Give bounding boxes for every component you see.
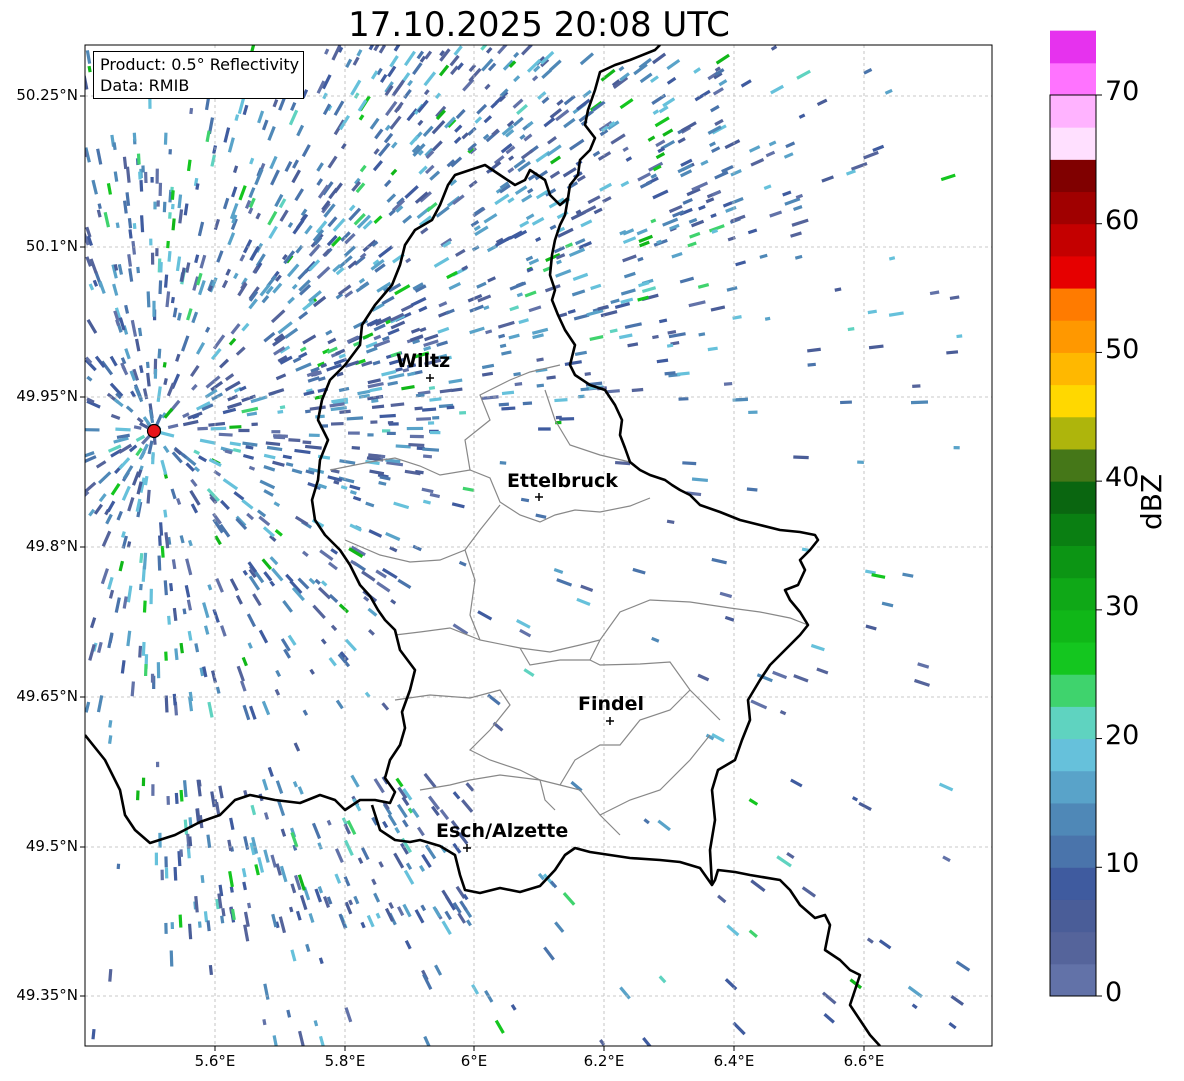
- colorbar-swatch: [1050, 255, 1096, 289]
- colorbar-swatch: [1050, 448, 1096, 482]
- lat-tick: 49.65°N: [16, 687, 78, 705]
- colorbar-swatch: [1050, 62, 1096, 96]
- colorbar-swatch: [1050, 642, 1096, 675]
- colorbar-swatch: [1050, 223, 1096, 257]
- colorbar-tick-label: 0: [1105, 977, 1123, 1008]
- colorbar-swatch: [1050, 674, 1096, 707]
- city-label-esch-alzette: Esch/Alzette: [436, 820, 569, 842]
- colorbar-swatch: [1050, 738, 1096, 772]
- product-info-box: Product: 0.5° Reflectivity Data: RMIB: [93, 51, 305, 99]
- colorbar-swatch: [1050, 127, 1096, 160]
- colorbar-swatch: [1050, 384, 1096, 418]
- colorbar: [1049, 30, 1102, 997]
- city-label-findel: Findel: [578, 693, 645, 715]
- colorbar-swatch: [1050, 95, 1096, 128]
- lat-tick: 49.5°N: [25, 837, 78, 855]
- colorbar-swatch: [1050, 770, 1096, 804]
- colorbar-swatch: [1050, 513, 1096, 546]
- colorbar-swatch: [1050, 577, 1096, 611]
- colorbar-label: dBZ: [1135, 473, 1168, 530]
- colorbar-tick-label: 70: [1105, 76, 1140, 107]
- colorbar-swatches: [1050, 30, 1096, 997]
- colorbar-swatch: [1050, 899, 1096, 933]
- colorbar-tick-label: 30: [1105, 591, 1140, 622]
- colorbar-swatch: [1050, 706, 1096, 740]
- colorbar-swatch: [1050, 159, 1096, 193]
- colorbar-tick-label: 60: [1105, 205, 1140, 236]
- lat-tick: 49.35°N: [16, 986, 78, 1004]
- colorbar-tick-label: 20: [1105, 720, 1140, 751]
- data-source-label: Data: RMIB: [100, 76, 190, 95]
- lon-tick: 6.2°E: [583, 1052, 625, 1070]
- lon-tick: 5.6°E: [194, 1052, 236, 1070]
- product-label: Product: 0.5° Reflectivity: [100, 55, 300, 74]
- lon-tick: 6°E: [460, 1052, 488, 1070]
- colorbar-swatch: [1050, 320, 1096, 353]
- lon-tick: 5.8°E: [324, 1052, 366, 1070]
- colorbar-swatch: [1050, 867, 1096, 900]
- lat-tick: 50.1°N: [25, 237, 78, 255]
- colorbar-swatch: [1050, 30, 1096, 64]
- colorbar-swatch: [1050, 191, 1096, 225]
- colorbar-swatch: [1050, 416, 1096, 450]
- colorbar-swatch: [1050, 835, 1096, 868]
- lon-tick: 6.4°E: [713, 1052, 755, 1070]
- colorbar-swatch: [1050, 288, 1096, 321]
- lat-tick: 50.25°N: [16, 86, 78, 104]
- lat-tick: 49.95°N: [16, 387, 78, 405]
- city-label-ettelbruck: Ettelbruck: [507, 470, 618, 492]
- colorbar-tick-label: 10: [1105, 848, 1140, 879]
- lon-tick: 6.6°E: [843, 1052, 885, 1070]
- city-label-wiltz: Wiltz: [396, 350, 451, 372]
- lat-tick: 49.8°N: [25, 537, 78, 555]
- colorbar-swatch: [1050, 545, 1096, 579]
- colorbar-tick-label: 50: [1105, 334, 1140, 365]
- colorbar-swatch: [1050, 481, 1096, 514]
- colorbar-swatch: [1050, 931, 1096, 965]
- colorbar-swatch: [1050, 609, 1096, 643]
- colorbar-swatch: [1050, 963, 1096, 997]
- colorbar-swatch: [1050, 352, 1096, 386]
- colorbar-swatch: [1050, 802, 1096, 836]
